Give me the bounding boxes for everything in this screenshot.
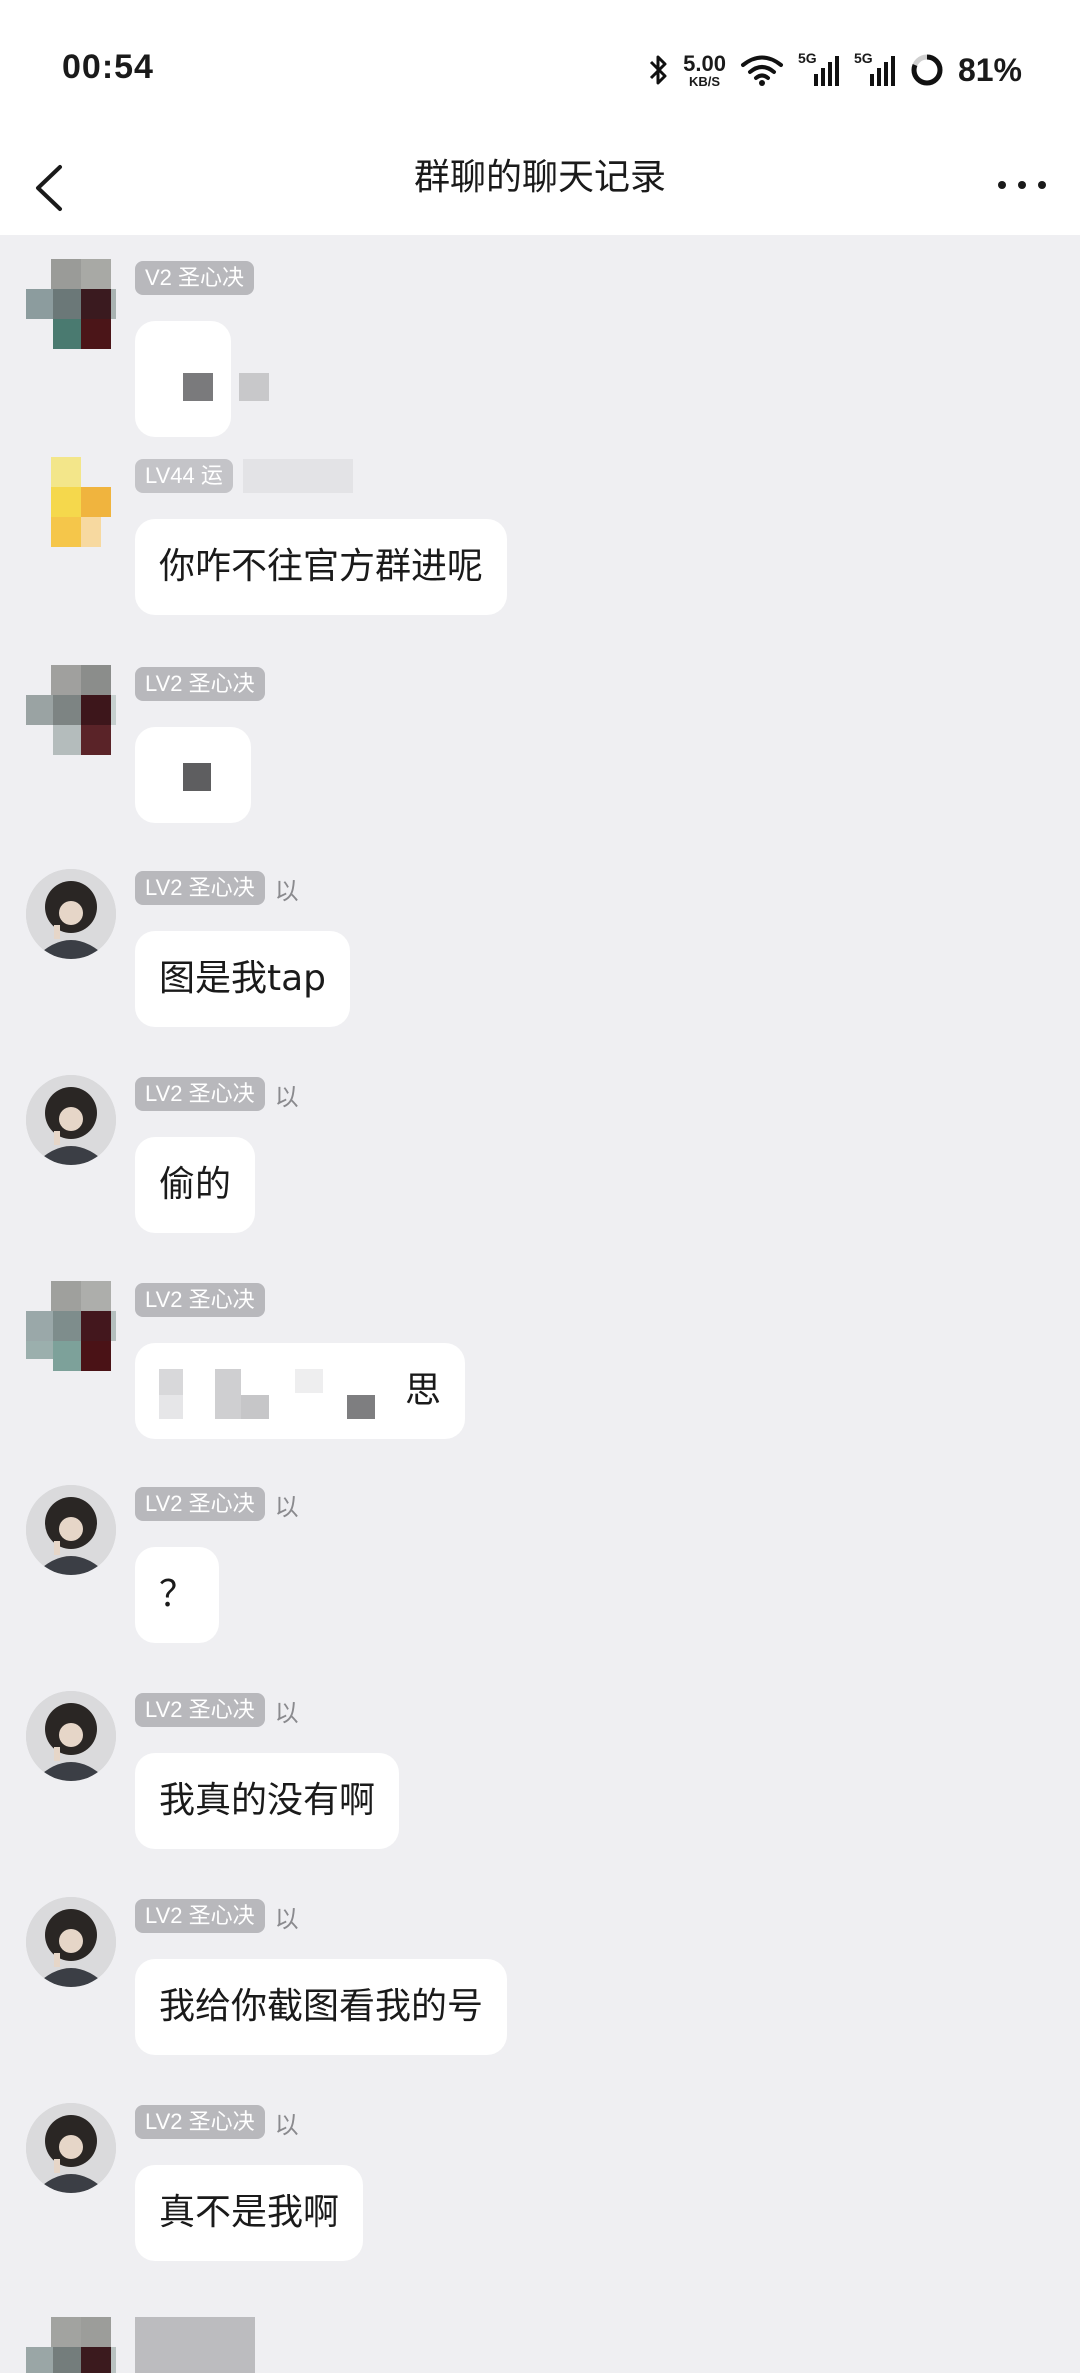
message-meta: LV44 运 [135, 459, 353, 493]
message-meta: LV2 圣心决 以 [135, 2105, 299, 2139]
blurred-name [135, 2317, 255, 2373]
message-bubble[interactable]: 图是我tap [135, 931, 351, 1027]
avatar[interactable] [26, 457, 116, 547]
message-item: LV2 圣心决 以 我真的没有啊 [0, 1691, 1080, 1891]
message-meta: LV2 圣心决 以 [135, 1077, 299, 1111]
net-speed-unit: KB/S [689, 73, 721, 89]
name-suffix: 以 [274, 1698, 299, 1727]
level-badge: LV2 圣心决 [135, 667, 265, 701]
avatar[interactable] [26, 1897, 116, 1987]
blurred-name [242, 459, 353, 493]
message-meta: LV2 圣心决 以 [135, 1487, 299, 1521]
status-icons: 5.00 KB/S 5G 5G 81% [647, 48, 1022, 92]
avatar[interactable] [26, 259, 116, 349]
message-item: LV2 圣心决 以 我给你截图看我的号 [0, 1897, 1080, 2097]
level-badge: LV2 圣心决 [135, 871, 265, 905]
message-meta: V2 圣心决 [135, 261, 255, 295]
message-item: LV2 圣心决 以 ？ [0, 1485, 1080, 1685]
message-bubble[interactable] [135, 321, 269, 437]
message-meta: LV2 圣心决 [135, 667, 265, 701]
level-badge: LV2 圣心决 [135, 1487, 265, 1521]
message-bubble[interactable]: 真不是我啊 [135, 2165, 364, 2261]
avatar[interactable] [26, 869, 116, 959]
message-meta: LV2 圣心决 以 [135, 1899, 299, 1933]
level-badge: LV44 运 [135, 459, 233, 493]
message-item: V2 圣心决 [0, 259, 1080, 459]
avatar[interactable] [26, 665, 116, 755]
avatar[interactable] [26, 1485, 116, 1575]
message-item: LV2 圣心决 以 真不是我啊 [0, 2103, 1080, 2303]
message-item: LV2 圣心决 以 图是我tap [0, 869, 1080, 1069]
message-item: LV2 圣心决 [0, 665, 1080, 865]
net-speed-value: 5.00 [683, 50, 726, 76]
message-item: LV2 圣心决 思 [0, 1281, 1080, 1481]
name-suffix: 以 [274, 2110, 299, 2139]
name-suffix: 以 [274, 1904, 299, 1933]
message-item: LV44 运 你咋不往官方群进呢 [0, 457, 1080, 657]
status-time: 00:54 [62, 48, 154, 86]
message-text: 思 [404, 1370, 441, 1411]
message-bubble[interactable]: 我真的没有啊 [135, 1753, 400, 1849]
message-meta: LV2 圣心决 以 [135, 1693, 299, 1727]
message-bubble[interactable]: 偷的 [135, 1137, 256, 1233]
level-badge: LV2 圣心决 [135, 1693, 265, 1727]
message-bubble[interactable]: 你咋不往官方群进呢 [135, 519, 508, 615]
name-suffix: 以 [274, 1082, 299, 1111]
avatar[interactable] [26, 2317, 116, 2373]
message-bubble[interactable]: 思 [135, 1343, 465, 1439]
level-badge: LV2 圣心决 [135, 1283, 265, 1317]
battery-percent: 81% [957, 51, 1022, 88]
page-title: 群聊的聊天记录 [413, 157, 666, 198]
avatar[interactable] [26, 2103, 116, 2193]
name-suffix: 以 [274, 876, 299, 905]
level-badge: LV2 圣心决 [135, 2105, 265, 2139]
message-item: LV2 圣心决 以 偷的 [0, 1075, 1080, 1275]
avatar[interactable] [26, 1691, 116, 1781]
more-dots-icon [998, 181, 1046, 189]
net-speed: 5.00 KB/S [683, 50, 726, 89]
level-badge: LV2 圣心决 [135, 1899, 265, 1933]
level-badge: V2 圣心决 [135, 261, 255, 295]
level-badge: LV2 圣心决 [135, 1077, 265, 1111]
avatar[interactable] [26, 1075, 116, 1165]
bluetooth-icon [647, 53, 669, 87]
message-meta: LV2 圣心决 [135, 1283, 265, 1317]
chat-history-list[interactable]: V2 圣心决 LV44 运 你咋不往官方群进呢 LV2 圣心决 LV2 圣心决 … [0, 235, 1080, 2373]
signal-sim2-icon: 5G [854, 50, 896, 86]
message-bubble[interactable] [135, 727, 251, 823]
nav-bar: 群聊的聊天记录 [0, 145, 1080, 235]
sim2-label: 5G [853, 50, 873, 66]
battery-ring-icon [910, 53, 944, 87]
name-suffix: 以 [274, 1492, 299, 1521]
more-button[interactable] [994, 165, 1050, 205]
message-bubble[interactable]: 我给你截图看我的号 [135, 1959, 508, 2055]
status-bar: 00:54 5.00 KB/S 5G 5G 81% [0, 0, 1080, 145]
message-bubble[interactable]: ？ [135, 1547, 220, 1643]
message-item [0, 2317, 1080, 2373]
signal-sim1-icon: 5G [798, 50, 840, 86]
message-meta: LV2 圣心决 以 [135, 871, 299, 905]
wifi-icon [740, 54, 784, 86]
avatar[interactable] [26, 1281, 116, 1371]
sim1-label: 5G [797, 50, 817, 66]
